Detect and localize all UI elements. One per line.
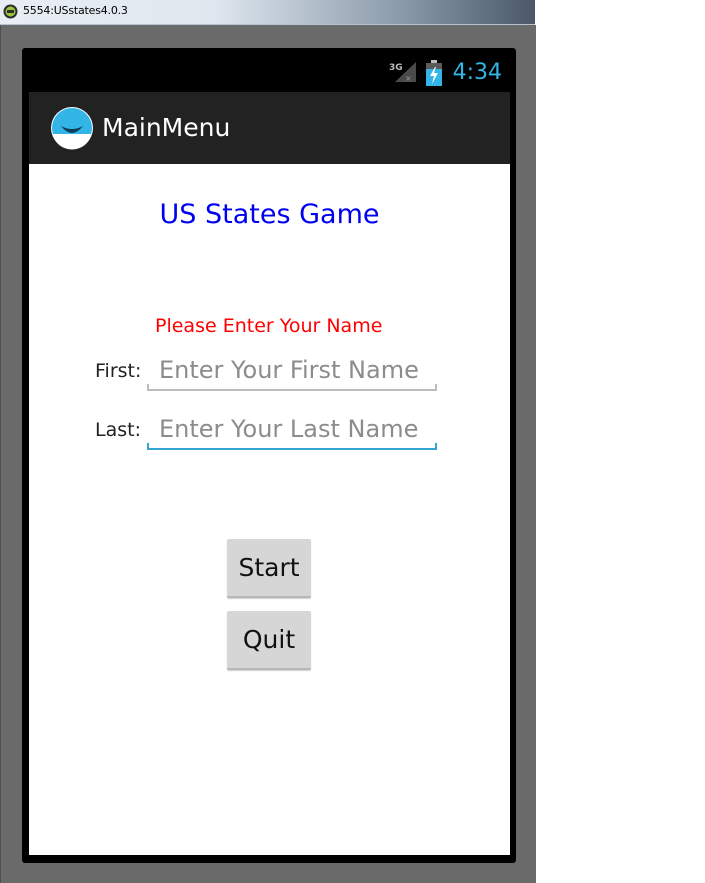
emulator-app-icon <box>3 4 18 19</box>
last-name-label: Last: <box>95 419 141 441</box>
last-name-input[interactable] <box>147 409 437 449</box>
name-prompt: Please Enter Your Name <box>155 315 383 337</box>
window-title-bar: 5554:USstates4.0.3 <box>0 0 535 25</box>
svg-text:×: × <box>405 74 412 83</box>
android-app-icon[interactable] <box>50 106 94 150</box>
game-title: US States Game <box>159 199 380 230</box>
first-name-underline-tick <box>147 384 149 390</box>
first-name-underline <box>147 389 437 391</box>
emulator-window: 5554:USstates4.0.3 3G × 4:34 MainMenu US… <box>0 0 705 883</box>
start-button[interactable]: Start <box>227 539 311 598</box>
signal-3g-icon: 3G × <box>389 62 416 83</box>
window-title: 5554:USstates4.0.3 <box>23 4 128 17</box>
action-bar-title: MainMenu <box>102 113 231 142</box>
last-name-underline-tick <box>435 443 437 449</box>
last-name-underline-focused <box>147 448 437 450</box>
network-type: 3G <box>389 63 403 73</box>
main-content <box>29 164 510 855</box>
first-name-underline-tick <box>435 384 437 390</box>
battery-charging-icon <box>426 60 442 86</box>
first-name-label: First: <box>95 360 142 382</box>
last-name-underline-tick <box>147 443 149 449</box>
quit-button[interactable]: Quit <box>227 611 311 670</box>
status-clock: 4:34 <box>452 60 502 85</box>
first-name-input[interactable] <box>147 350 437 390</box>
